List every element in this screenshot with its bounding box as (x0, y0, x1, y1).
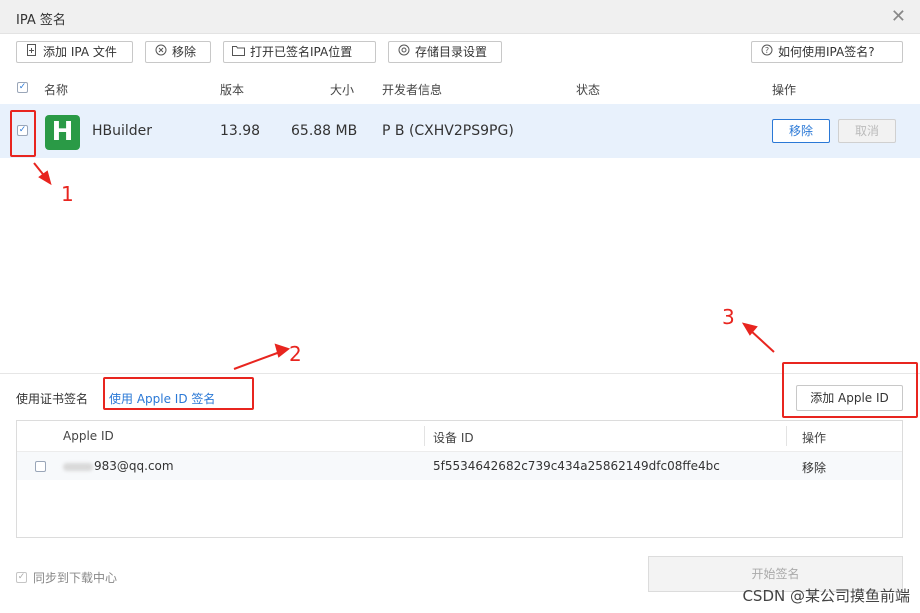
help-circle-icon: ? (760, 42, 773, 62)
device-id-value: 5f5534642682c739c434a25862149dfc08ffe4bc (433, 459, 720, 473)
column-divider (786, 426, 787, 446)
close-icon[interactable]: ✕ (891, 6, 906, 27)
apple-id-remove-link[interactable]: 移除 (802, 459, 826, 476)
header-developer: 开发者信息 (382, 83, 443, 97)
sync-label: 同步到下载中心 (33, 571, 118, 585)
apple-id-value: 983@qq.com (63, 459, 174, 473)
storage-settings-label: 存储目录设置 (415, 45, 488, 59)
add-ipa-label: 添加 IPA 文件 (43, 45, 117, 59)
remove-button[interactable]: 移除 (145, 41, 211, 63)
header-apple-id: Apple ID (63, 429, 114, 443)
annotation-arrowhead-1 (38, 170, 52, 186)
annotation-box-3 (782, 362, 918, 418)
redacted-text (63, 462, 93, 471)
app-size: 65.88 MB (291, 123, 358, 139)
row-cancel-button: 取消 (838, 119, 896, 143)
annotation-number-1: 1 (61, 182, 74, 206)
apple-id-table-header: Apple ID 设备 ID 操作 (17, 421, 902, 452)
ipa-table-header: ✓ 名称 版本 大小 开发者信息 状态 操作 (0, 73, 920, 103)
how-to-sign-button[interactable]: ? 如何使用IPA签名? (751, 41, 903, 63)
annotation-arrowhead-2 (274, 343, 291, 358)
add-ipa-button[interactable]: 添加 IPA 文件 (16, 41, 133, 63)
header-version: 版本 (220, 83, 245, 97)
add-file-icon (25, 42, 38, 62)
window-title: IPA 签名 (16, 13, 66, 28)
annotation-number-3: 3 (722, 305, 735, 329)
annotation-arrowhead-3 (741, 322, 758, 336)
toolbar: 添加 IPA 文件 移除 打开已签名IPA位置 存储目录设置 ? 如何使用IPA… (0, 34, 920, 72)
header-size: 大小 (330, 83, 355, 97)
svg-text:?: ? (764, 46, 768, 55)
sync-checkbox[interactable]: ✓ (16, 572, 27, 583)
annotation-arrow-2 (233, 351, 281, 370)
table-row[interactable]: ✓ H HBuilder 13.98 65.88 MB P B (CXHV2PS… (0, 104, 920, 158)
gear-icon (397, 42, 410, 62)
storage-settings-button[interactable]: 存储目录设置 (388, 41, 502, 63)
open-signed-location-button[interactable]: 打开已签名IPA位置 (223, 41, 376, 63)
annotation-box-2 (103, 377, 254, 410)
row-remove-button[interactable]: 移除 (772, 119, 830, 143)
table-row[interactable]: 983@qq.com 5f5534642682c739c434a25862149… (17, 452, 902, 480)
header-name: 名称 (44, 83, 69, 97)
open-signed-location-label: 打开已签名IPA位置 (250, 45, 353, 59)
annotation-number-2: 2 (289, 342, 302, 366)
apple-id-row-checkbox[interactable] (35, 461, 46, 472)
annotation-arrow-1 (33, 162, 47, 179)
header-actions: 操作 (772, 83, 797, 97)
annotation-box-1 (10, 110, 36, 157)
select-all-checkbox[interactable]: ✓ (17, 82, 28, 93)
tab-cert-sign[interactable]: 使用证书签名 (16, 390, 88, 407)
header-status: 状态 (576, 83, 601, 97)
app-name: HBuilder (92, 123, 153, 139)
header-grid-actions: 操作 (802, 431, 827, 445)
apple-id-table: Apple ID 设备 ID 操作 983@qq.com 5f553464268… (16, 420, 903, 538)
app-logo: H (45, 115, 80, 150)
remove-label: 移除 (172, 45, 197, 59)
folder-icon (232, 42, 245, 62)
how-to-sign-label: 如何使用IPA签名? (778, 45, 875, 59)
sync-option[interactable]: ✓ 同步到下载中心 (16, 569, 117, 586)
annotation-arrow-3 (749, 329, 775, 353)
remove-circle-icon (154, 42, 167, 62)
app-developer: P B (CXHV2PS9PG) (382, 123, 514, 139)
watermark: CSDN @某公司摸鱼前端 (742, 587, 910, 605)
app-version: 13.98 (220, 123, 261, 139)
header-device-id: 设备 ID (433, 431, 474, 445)
title-bar: IPA 签名 ✕ (0, 0, 920, 34)
column-divider (424, 426, 425, 446)
